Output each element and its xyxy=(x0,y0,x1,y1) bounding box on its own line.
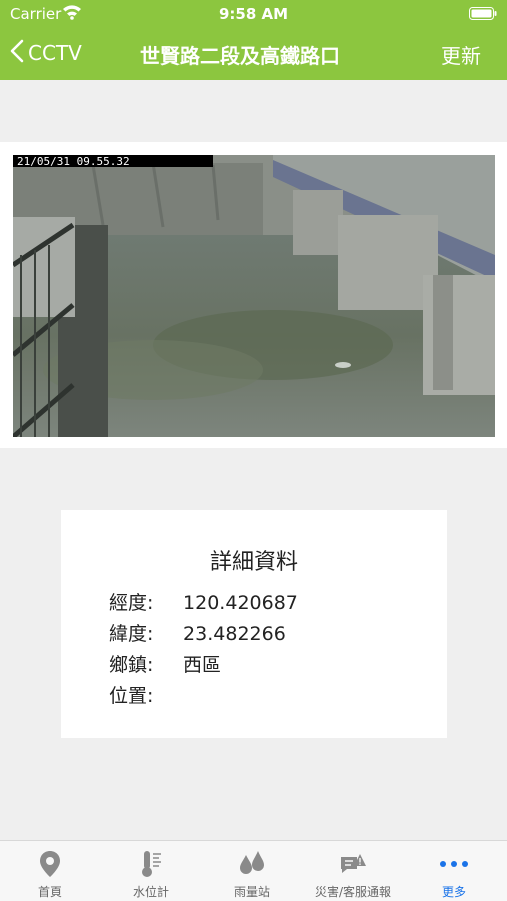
cctv-panel: 21/05/31 09.55.32 xyxy=(0,142,507,448)
tab-home[interactable]: 首頁 xyxy=(0,841,100,901)
tab-water-level-label: 水位計 xyxy=(132,885,169,899)
thermometer-icon xyxy=(101,849,201,879)
detail-card: 詳細資料 經度: 120.420687 緯度: 23.482266 鄉鎮: 西區… xyxy=(61,510,447,738)
tab-report-label: 災害/客服通報 xyxy=(314,885,392,899)
township-value: 西區 xyxy=(183,654,222,676)
longitude-value: 120.420687 xyxy=(183,592,298,614)
navigation-bar: CCTV 世賢路二段及高鐵路口 更新 xyxy=(0,26,507,80)
more-dots-icon xyxy=(404,849,504,879)
latitude-value: 23.482266 xyxy=(183,623,286,645)
tab-rain-station-label: 雨量站 xyxy=(233,885,270,899)
cctv-image: 21/05/31 09.55.32 xyxy=(13,155,495,437)
refresh-button[interactable]: 更新 xyxy=(441,40,481,69)
detail-row-township: 鄉鎮: 西區 xyxy=(109,650,221,677)
battery-icon xyxy=(469,6,497,24)
raindrops-icon xyxy=(202,849,302,879)
latitude-label: 緯度: xyxy=(109,623,154,645)
tab-report[interactable]: 災害/客服通報 xyxy=(303,841,403,901)
camera-timestamp: 21/05/31 09.55.32 xyxy=(17,155,130,168)
page-title: 世賢路二段及高鐵路口 xyxy=(140,44,340,68)
back-label: CCTV xyxy=(28,41,82,65)
township-label: 鄉鎮: xyxy=(109,654,154,676)
tab-water-level[interactable]: 水位計 xyxy=(101,841,201,901)
status-time: 9:58 AM xyxy=(218,5,289,23)
detail-row-latitude: 緯度: 23.482266 xyxy=(109,619,286,646)
back-button[interactable]: CCTV xyxy=(10,39,82,67)
longitude-label: 經度: xyxy=(109,592,154,614)
status-bar: Carrier 9:58 AM xyxy=(0,0,507,26)
tab-rain-station[interactable]: 雨量站 xyxy=(202,841,302,901)
location-label: 位置: xyxy=(109,685,154,707)
tab-bar: 首頁 水位計 雨量站 災害/客服通報 更多 xyxy=(0,840,507,901)
tab-home-label: 首頁 xyxy=(37,885,62,899)
tab-more-label: 更多 xyxy=(441,885,466,899)
chevron-left-icon xyxy=(10,39,24,67)
map-pin-icon xyxy=(0,849,100,879)
detail-row-longitude: 經度: 120.420687 xyxy=(109,588,298,615)
report-chat-icon xyxy=(303,849,403,879)
detail-row-location: 位置: xyxy=(109,681,177,708)
detail-title: 詳細資料 xyxy=(209,550,298,575)
tab-more[interactable]: 更多 xyxy=(404,841,504,901)
